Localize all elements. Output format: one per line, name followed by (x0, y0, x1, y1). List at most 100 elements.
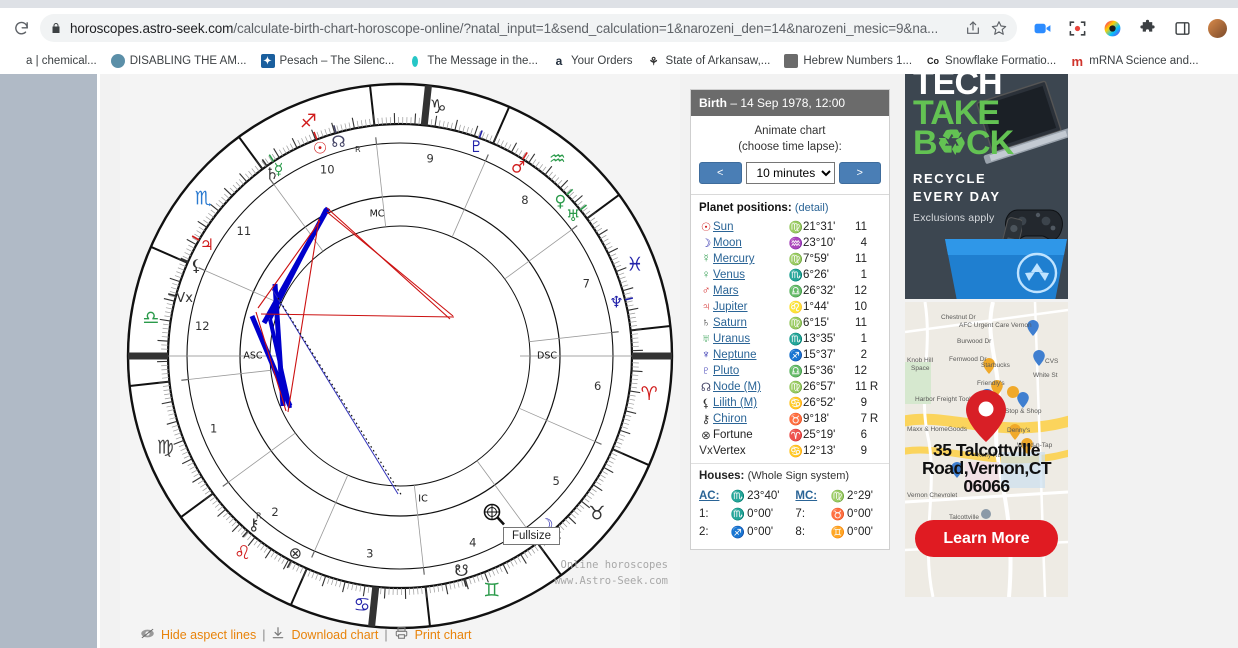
planet-glyph: ♃ (701, 301, 711, 314)
planet-degree: 12°13' (803, 445, 836, 458)
birth-label: Birth (699, 96, 727, 110)
planet-name[interactable]: Sun (713, 219, 787, 235)
animate-label-line1: Animate chart (754, 125, 826, 137)
bookmark-item[interactable]: a | chemical... (0, 52, 104, 70)
planet-name[interactable]: Moon (713, 235, 787, 251)
house-sign-right: ♉ (830, 509, 845, 522)
star-icon[interactable] (991, 20, 1007, 36)
planet-name: Fortune (713, 427, 787, 443)
planet-detail-link[interactable]: (detail) (795, 202, 829, 214)
house-number-2: 2 (271, 505, 278, 519)
planet-name-label[interactable]: Mars (713, 285, 739, 297)
planet-retrograde (867, 219, 881, 235)
house-degree-right: 0°00' (847, 526, 873, 539)
map-poi-label: Space (911, 365, 930, 372)
planet-name[interactable]: Lilith (M) (713, 395, 787, 411)
planet-name-label[interactable]: Pluto (713, 365, 739, 377)
bookmark-item[interactable]: ⚘ State of Arkansaw,... (640, 52, 778, 70)
planet-name-label[interactable]: Node (M) (713, 381, 761, 393)
planet-name-label[interactable]: Venus (713, 269, 745, 281)
houses-section: Houses: (Whole Sign system) AC: ♏ 23°40' MC… (691, 463, 889, 549)
eye-slash-icon (140, 627, 155, 643)
ad-banner-top[interactable]: TECH TAKE B♻CK RECYCLE EVERY DAY Exclusi… (905, 74, 1068, 299)
house-row: 1: ♏ 0°00' 7: ♉ 0°00' (699, 505, 881, 523)
planet-degree: 6°15' (803, 317, 829, 330)
planet-name-label[interactable]: Jupiter (713, 301, 748, 313)
planet-house: 9 (860, 445, 867, 458)
ac-label[interactable]: AC: (699, 487, 726, 505)
map-poi-label: Harbor Freight Tools (915, 396, 974, 403)
profile-avatar-icon[interactable] (1204, 15, 1230, 41)
animate-next-button[interactable]: > (838, 162, 881, 185)
planet-name-label[interactable]: Saturn (713, 317, 747, 329)
planet-degree: 9°18' (803, 413, 829, 426)
bookmark-item[interactable]: ✦ Pesach – The Silenc... (254, 52, 402, 70)
link-separator-2: | (384, 627, 388, 642)
puzzle-extension-icon[interactable] (1134, 15, 1160, 41)
ad-map-section[interactable]: AFC Urgent Care Vernon Chestnut Dr Burwood… (905, 302, 1068, 597)
planet-name-label[interactable]: Mercury (713, 253, 755, 265)
animate-chart-section: Animate chart (choose time lapse): < 10 … (691, 116, 889, 196)
planet-name[interactable]: Saturn (713, 315, 787, 331)
bookmark-label: Hebrew Numbers 1... (803, 55, 913, 67)
print-chart-link[interactable]: Print chart (415, 628, 472, 642)
birth-info-header: Birth – 14 Sep 1978, 12:00 (691, 90, 889, 116)
planet-name-label[interactable]: Sun (713, 221, 733, 233)
planet-name-label[interactable]: Uranus (713, 333, 750, 345)
planet-name[interactable]: Jupiter (713, 299, 787, 315)
screen-capture-icon[interactable] (1064, 15, 1090, 41)
bookmark-item[interactable]: DISABLING THE AM... (104, 52, 254, 70)
browser-toolbar: horoscopes.astro-seek.com/calculate-birt… (0, 8, 1238, 48)
advertisement[interactable]: TECH TAKE B♻CK RECYCLE EVERY DAY Exclusi… (905, 74, 1068, 648)
reload-icon[interactable] (8, 15, 34, 41)
bookmark-item[interactable]: a Your Orders (545, 52, 640, 70)
planet-house: 1 (860, 269, 867, 282)
timelapse-select[interactable]: 10 minutes (745, 162, 835, 185)
map-poi-label: Starbucks (981, 362, 1010, 369)
bookmark-item[interactable]: Hebrew Numbers 1... (777, 52, 919, 70)
planet-name[interactable]: Uranus (713, 331, 787, 347)
learn-more-button[interactable]: Learn More (915, 520, 1058, 557)
planet-sign-glyph: ♍ (788, 254, 803, 267)
bookmark-item[interactable]: The Message in the... (401, 52, 545, 70)
planet-house: 11 (855, 381, 867, 394)
planet-sign-glyph: ♋ (788, 446, 803, 459)
fullsize-tooltip: Fullsize (503, 527, 560, 545)
birth-chart-panel[interactable]: .ring { fill:#ffffff; stroke:#111; } .th… (120, 74, 680, 648)
planet-name-label[interactable]: Chiron (713, 413, 747, 425)
ad-recycle-line2: EVERY DAY (913, 188, 1001, 204)
share-icon[interactable] (965, 20, 981, 36)
planet-name[interactable]: Venus (713, 267, 787, 283)
mc-label[interactable]: MC: (789, 487, 825, 505)
animate-prev-button[interactable]: < (699, 162, 742, 185)
planet-house: 6 (860, 429, 867, 442)
sidebar-icon[interactable] (1169, 15, 1195, 41)
planet-name[interactable]: Chiron (713, 411, 787, 427)
color-wheel-icon[interactable] (1099, 15, 1125, 41)
planet-name[interactable]: Mercury (713, 251, 787, 267)
house-number-3: 3 (366, 547, 373, 561)
bookmark-item[interactable]: Co Snowflake Formatio... (919, 52, 1063, 70)
bookmark-item[interactable]: m mRNA Science and... (1063, 52, 1205, 70)
planet-name[interactable]: Node (M) (713, 379, 787, 395)
planet-house: 7 (860, 413, 867, 426)
planet-name-label[interactable]: Moon (713, 237, 742, 249)
hide-aspect-lines-link[interactable]: Hide aspect lines (161, 628, 256, 642)
extension-icons (1023, 15, 1230, 41)
ac-degree: 23°40' (747, 490, 780, 503)
retrograde-mark: R (455, 565, 461, 574)
house-number-right: 7: (795, 508, 806, 521)
mc-degree: 2°29' (847, 490, 873, 503)
planet-name[interactable]: Neptune (713, 347, 787, 363)
address-bar[interactable]: horoscopes.astro-seek.com/calculate-birt… (40, 14, 1017, 42)
planet-degree: 6°26' (803, 269, 829, 282)
bookmark-label: State of Arkansaw,... (665, 55, 771, 67)
zoom-icon[interactable] (1029, 15, 1055, 41)
planet-name[interactable]: Pluto (713, 363, 787, 379)
planet-name-label[interactable]: Lilith (M) (713, 397, 757, 409)
planet-name-label[interactable]: Neptune (713, 349, 756, 361)
planet-name[interactable]: Mars (713, 283, 787, 299)
planet-glyph: ⚸ (701, 398, 711, 411)
download-chart-link[interactable]: Download chart (291, 628, 378, 642)
astrology-chart-wheel[interactable]: .ring { fill:#ffffff; stroke:#111; } .th… (120, 76, 680, 636)
